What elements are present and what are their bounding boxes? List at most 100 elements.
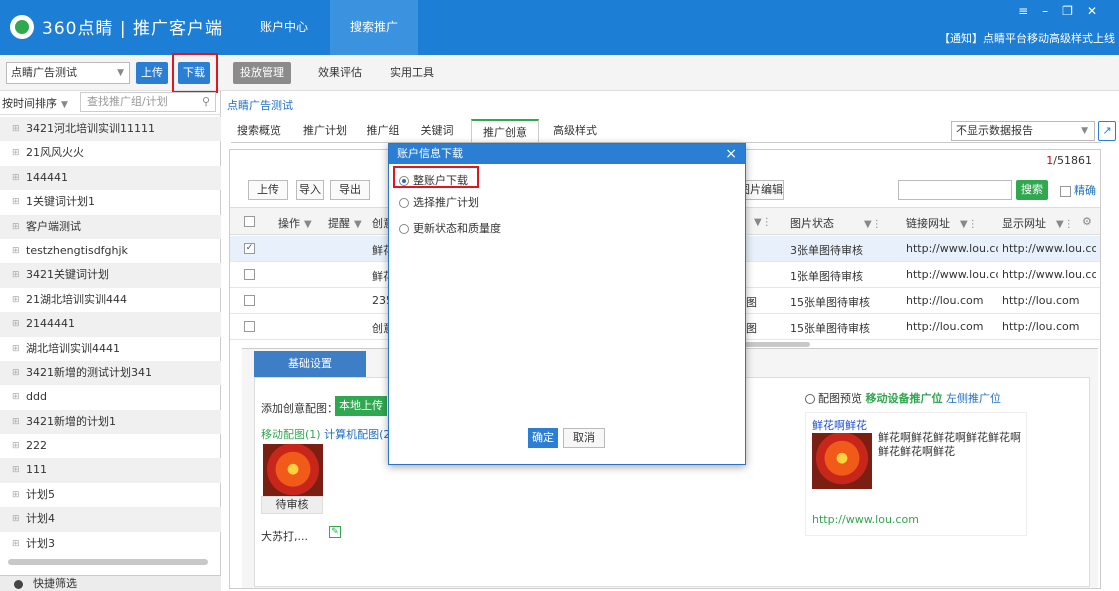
plan-item[interactable]: ⊞ 144441 [0, 165, 221, 191]
expand-icon[interactable]: ⊞ [12, 166, 20, 190]
close-icon[interactable]: × [725, 144, 737, 164]
plan-item[interactable]: ⊞ 客户端测试 [0, 214, 221, 239]
cell-link-url[interactable]: http://www.lou.con [906, 268, 998, 281]
tab-search-overview[interactable]: 搜索概览 [231, 119, 287, 143]
select-all-checkbox[interactable] [244, 216, 255, 227]
cell-link-url[interactable]: http://lou.com [906, 294, 998, 307]
local-upload-button[interactable]: 本地上传 [335, 396, 387, 416]
expand-icon[interactable]: ⊞ [12, 239, 20, 263]
restore-icon[interactable]: ❐ [1062, 4, 1087, 18]
edit-icon[interactable]: ✎ [329, 526, 341, 538]
left-slot-link[interactable]: 左侧推广位 [946, 392, 1001, 405]
filter-icon[interactable]: ▼⋮ [754, 217, 772, 228]
tab-effect-evaluation[interactable]: 效果评估 [311, 62, 369, 84]
precise-checkbox[interactable]: 精确 [1060, 182, 1096, 198]
notice-text[interactable]: 【通知】点睛平台移动高级样式上线 [939, 30, 1115, 46]
plan-item[interactable]: ⊞ testzhengtisdfghjk [0, 239, 221, 263]
plan-item[interactable]: ⊞ 3421新增的计划1 [0, 409, 221, 435]
row-checkbox[interactable] [244, 269, 255, 280]
expand-icon[interactable]: ⊞ [12, 288, 20, 312]
tab-delivery-management[interactable]: 投放管理 [233, 62, 291, 84]
expand-icon[interactable]: ⊞ [12, 141, 20, 165]
plan-item[interactable]: ⊞ 3421关键词计划 [0, 263, 221, 288]
expand-icon[interactable]: ⊞ [12, 385, 20, 409]
filter-icon[interactable]: ▼ [354, 219, 362, 230]
plan-item[interactable]: ⊞ 3421新增的测试计划341 [0, 360, 221, 386]
checkbox-icon[interactable] [1060, 185, 1071, 197]
col-image-status[interactable]: 图片状态 ▼⋮ [790, 215, 882, 231]
tab-search-promotion[interactable]: 搜索推广 [330, 0, 418, 55]
account-select[interactable]: 点睛广告测试 ▼ [6, 62, 130, 84]
cell-display-url[interactable]: http://www.lou.con [1002, 268, 1096, 281]
tab-creatives[interactable]: 推广创意 [471, 119, 539, 143]
row-checkbox[interactable] [244, 321, 255, 332]
tab-ad-groups[interactable]: 推广组 [361, 119, 405, 143]
expand-icon[interactable]: ⊞ [12, 312, 20, 336]
plan-item[interactable]: ⊞ 21湖北培训实训444 [0, 288, 221, 312]
filter-icon[interactable]: ▼⋮ [864, 219, 882, 230]
plan-item[interactable]: ⊞ ddd [0, 385, 221, 409]
plan-item[interactable]: ⊞ 计划3 [0, 532, 221, 556]
grid-search-input[interactable] [898, 180, 1012, 200]
tab-practical-tools[interactable]: 实用工具 [383, 62, 441, 84]
pc-images-link[interactable]: 计算机配图(2) [324, 428, 395, 441]
expand-icon[interactable]: ⊞ [12, 458, 20, 482]
expand-icon[interactable]: ⊞ [12, 483, 20, 507]
expand-icon[interactable]: ⊞ [12, 337, 20, 361]
import-button[interactable]: 导入 [296, 180, 324, 200]
col-operation[interactable]: 操作 ▼ [278, 215, 312, 231]
tab-campaigns[interactable]: 推广计划 [297, 119, 353, 143]
col-display-url[interactable]: 显示网址 ▼⋮ [1002, 215, 1074, 231]
col-mid-filter[interactable]: ▼⋮ [750, 215, 772, 228]
plan-item[interactable]: ⊞ 湖北培训实训4441 [0, 337, 221, 361]
export-report-icon[interactable]: ↗ [1098, 121, 1116, 141]
grid-upload-button[interactable]: 上传 [248, 180, 288, 200]
row-checkbox[interactable]: ✓ [244, 243, 255, 254]
export-button[interactable]: 导出 [330, 180, 370, 200]
option-select-campaign[interactable]: 选择推广计划 [399, 194, 479, 210]
col-link-url[interactable]: 链接网址 ▼⋮ [906, 215, 978, 231]
plan-item[interactable]: ⊞ 计划4 [0, 507, 221, 532]
plan-search-input[interactable]: 查找推广组/计划 ⚲ [80, 92, 216, 112]
mobile-images-link[interactable]: 移动配图(1) [261, 428, 321, 441]
expand-icon[interactable]: ⊞ [12, 215, 20, 239]
upload-button[interactable]: 上传 [136, 62, 168, 84]
menu-icon[interactable]: ≡ [1018, 4, 1042, 18]
cell-display-url[interactable]: http://lou.com [1002, 320, 1096, 333]
expand-icon[interactable]: ⊞ [12, 190, 20, 214]
tab-advanced-styles[interactable]: 高级样式 [547, 119, 603, 143]
cell-display-url[interactable]: http://www.lou.con [1002, 242, 1096, 255]
cancel-button[interactable]: 取消 [563, 428, 605, 448]
tab-account-center[interactable]: 账户中心 [238, 0, 330, 55]
plan-item[interactable]: ⊞ 1关键词计划1 [0, 190, 221, 214]
plan-item[interactable]: ⊞ 111 [0, 458, 221, 483]
tab-basic-settings[interactable]: 基础设置 [254, 351, 366, 377]
plan-item[interactable]: ⊞ 3421河北培训实训11111 [0, 117, 221, 142]
search-icon[interactable]: ⚲ [202, 93, 210, 111]
close-icon[interactable]: ✕ [1087, 4, 1111, 18]
expand-icon[interactable]: ⊞ [12, 410, 20, 434]
mobile-slot-link[interactable]: 移动设备推广位 [866, 392, 943, 405]
filter-icon[interactable]: ▼⋮ [1056, 219, 1074, 230]
expand-icon[interactable]: ⊞ [12, 361, 20, 385]
plan-item[interactable]: ⊞ 222 [0, 434, 221, 458]
breadcrumb[interactable]: 点睛广告测试 [227, 97, 293, 113]
cell-display-url[interactable]: http://lou.com [1002, 294, 1096, 307]
option-update-status[interactable]: 更新状态和质量度 [399, 220, 501, 236]
radio-icon[interactable] [399, 198, 409, 208]
plan-item[interactable]: ⊞ 计划5 [0, 483, 221, 507]
cell-link-url[interactable]: http://www.lou.con [906, 242, 998, 255]
left-scrollbar[interactable] [8, 559, 208, 565]
expand-icon[interactable]: ⊞ [12, 263, 20, 287]
sort-select[interactable]: 按时间排序 ▼ [2, 95, 68, 111]
quick-filter-bar[interactable]: 快捷筛选 [0, 575, 221, 591]
plan-item[interactable]: ⊞ 2144441 [0, 312, 221, 337]
cell-link-url[interactable]: http://lou.com [906, 320, 998, 333]
minimize-icon[interactable]: – [1042, 4, 1062, 18]
expand-icon[interactable]: ⊞ [12, 532, 20, 556]
confirm-button[interactable]: 确定 [528, 428, 558, 448]
tab-keywords[interactable]: 关键词 [415, 119, 459, 143]
filter-icon[interactable]: ▼⋮ [960, 219, 978, 230]
row-checkbox[interactable] [244, 295, 255, 306]
grid-search-button[interactable]: 搜索 [1016, 180, 1048, 200]
